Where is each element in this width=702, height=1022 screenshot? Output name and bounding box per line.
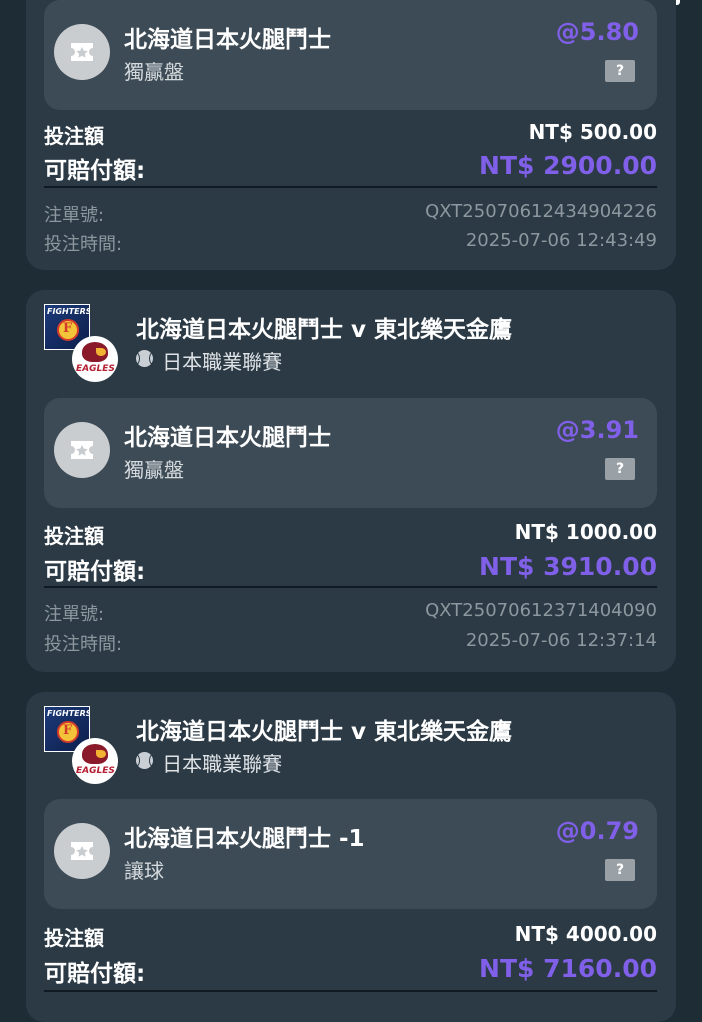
divider xyxy=(44,990,657,992)
order-number-value: QXT25070612371404090 xyxy=(425,600,657,621)
baseball-icon xyxy=(132,752,157,769)
bet-card-2[interactable]: FIGHTERS EAGLES 北海道日本火腿鬥士 v 東北樂天金鷹 日本職業聯… xyxy=(26,290,676,672)
bet-time-row: 投注時間: 2025-07-06 12:43:49 xyxy=(44,230,657,256)
order-number-row: 注單號: QXT25070612371404090 xyxy=(44,600,657,626)
payout-value: NT$ 7160.00 xyxy=(479,954,657,983)
order-number-value: QXT25070612434904226 xyxy=(425,201,657,222)
eagles-logo: EAGLES xyxy=(72,738,118,784)
selection-name: 北海道日本火腿鬥士 xyxy=(124,425,331,451)
order-number-row: 注單號: QXT25070612434904226 xyxy=(44,201,657,227)
help-icon[interactable]: ? xyxy=(605,60,635,82)
odds-value: @5.80 xyxy=(555,18,639,46)
team-logos: FIGHTERS EAGLES xyxy=(44,706,124,786)
market-name: 獨贏盤 xyxy=(124,458,184,482)
bet-selection-box[interactable]: 北海道日本火腿鬥士 獨贏盤 @5.80 ? xyxy=(44,0,657,110)
selection-name: 北海道日本火腿鬥士 xyxy=(124,27,331,53)
stake-value: NT$ 4000.00 xyxy=(514,922,657,946)
payout-row: 可賠付額: NT$ 7160.00 xyxy=(44,954,657,987)
stake-label: 投注額 xyxy=(44,926,104,950)
stake-row: 投注額 NT$ 500.00 xyxy=(44,120,657,148)
match-title: 北海道日本火腿鬥士 v 東北樂天金鷹 xyxy=(136,317,513,343)
market-name: 讓球 xyxy=(124,859,164,883)
team-logos: FIGHTERS EAGLES xyxy=(44,304,124,384)
match-header: FIGHTERS EAGLES 北海道日本火腿鬥士 v 東北樂天金鷹 日本職業聯… xyxy=(26,692,676,792)
payout-value: NT$ 2900.00 xyxy=(479,151,657,180)
selection-name: 北海道日本火腿鬥士 -1 xyxy=(124,826,365,852)
ticket-icon xyxy=(54,24,110,80)
match-title: 北海道日本火腿鬥士 v 東北樂天金鷹 xyxy=(136,719,513,745)
help-icon[interactable]: ? xyxy=(605,859,635,881)
odds-value: @0.79 xyxy=(555,817,639,845)
bet-time-row: 投注時間: 2025-07-06 12:37:14 xyxy=(44,630,657,656)
help-icon[interactable]: ? xyxy=(605,458,635,480)
eagles-logo: EAGLES xyxy=(72,336,118,382)
bet-time-value: 2025-07-06 12:43:49 xyxy=(465,230,657,251)
order-number-label: 注單號: xyxy=(44,604,105,625)
stake-label: 投注額 xyxy=(44,524,104,548)
bet-time-label: 投注時間: xyxy=(44,234,123,255)
league-name: 日本職業聯賽 xyxy=(162,350,283,374)
payout-label: 可賠付額: xyxy=(44,559,146,585)
divider xyxy=(44,586,657,588)
league-name: 日本職業聯賽 xyxy=(162,752,283,776)
baseball-icon xyxy=(132,350,157,367)
payout-label: 可賠付額: xyxy=(44,158,146,184)
odds-value: @3.91 xyxy=(555,416,639,444)
bet-selection-box[interactable]: 北海道日本火腿鬥士 獨贏盤 @3.91 ? xyxy=(44,398,657,508)
ticket-icon xyxy=(54,422,110,478)
order-number-label: 注單號: xyxy=(44,205,105,226)
stake-value: NT$ 500.00 xyxy=(528,120,657,144)
league-row: 日本職業聯賽 xyxy=(132,346,283,374)
match-header: FIGHTERS EAGLES 北海道日本火腿鬥士 v 東北樂天金鷹 日本職業聯… xyxy=(26,290,676,390)
bet-time-value: 2025-07-06 12:37:14 xyxy=(465,630,657,651)
bet-time-label: 投注時間: xyxy=(44,634,123,655)
payout-row: 可賠付額: NT$ 3910.00 xyxy=(44,552,657,585)
league-row: 日本職業聯賽 xyxy=(132,748,283,776)
stake-value: NT$ 1000.00 xyxy=(514,520,657,544)
bet-selection-box[interactable]: 北海道日本火腿鬥士 -1 讓球 @0.79 ? xyxy=(44,799,657,909)
payout-value: NT$ 3910.00 xyxy=(479,552,657,581)
stake-row: 投注額 NT$ 1000.00 xyxy=(44,520,657,548)
market-name: 獨贏盤 xyxy=(124,60,184,84)
payout-row: 可賠付額: NT$ 2900.00 xyxy=(44,151,657,184)
bet-card-1[interactable]: 北海道日本火腿鬥士 獨贏盤 @5.80 ? 投注額 NT$ 500.00 可賠付… xyxy=(26,0,676,270)
ticket-icon xyxy=(54,823,110,879)
divider xyxy=(44,186,657,188)
stake-label: 投注額 xyxy=(44,124,104,148)
payout-label: 可賠付額: xyxy=(44,961,146,987)
stake-row: 投注額 NT$ 4000.00 xyxy=(44,922,657,950)
bet-card-3[interactable]: FIGHTERS EAGLES 北海道日本火腿鬥士 v 東北樂天金鷹 日本職業聯… xyxy=(26,692,676,1022)
